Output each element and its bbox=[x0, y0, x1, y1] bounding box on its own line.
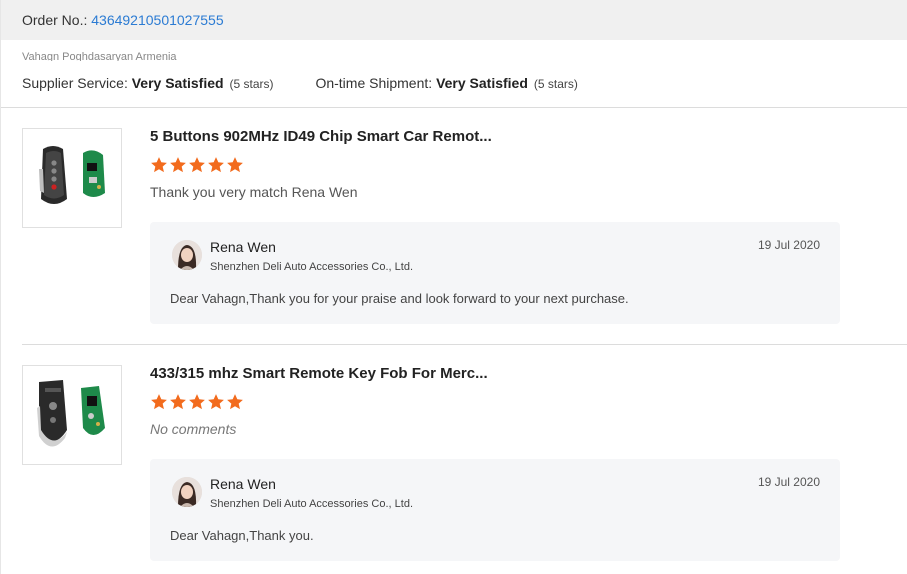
product-thumbnail[interactable] bbox=[22, 365, 122, 465]
star-icon bbox=[151, 394, 167, 410]
order-number-label: Order No.: 43649210501027555 bbox=[22, 12, 224, 28]
product-thumbnail[interactable] bbox=[22, 128, 122, 228]
seller-company: Shenzhen Deli Auto Accessories Co., Ltd. bbox=[210, 498, 414, 510]
star-rating bbox=[150, 393, 245, 411]
order-bar: Order No.: 43649210501027555 bbox=[1, 0, 907, 40]
seller-name: Rena Wen bbox=[210, 476, 276, 492]
seller-ratings: Supplier Service: Very Satisfied (5 stars… bbox=[22, 75, 616, 91]
review-item: 5 Buttons 902MHz ID49 Chip Smart Car Rem… bbox=[22, 128, 907, 328]
product-title[interactable]: 5 Buttons 902MHz ID49 Chip Smart Car Rem… bbox=[150, 128, 492, 145]
divider bbox=[22, 344, 907, 345]
product-title[interactable]: 433/315 mhz Smart Remote Key Fob For Mer… bbox=[150, 365, 488, 382]
order-number-link[interactable]: 43649210501027555 bbox=[91, 12, 223, 28]
supplier-service-rating: Supplier Service: Very Satisfied (5 stars… bbox=[22, 75, 274, 91]
reply-text: Dear Vahagn,Thank you for your praise an… bbox=[170, 291, 629, 306]
divider bbox=[1, 107, 907, 108]
seller-reply: Rena Wen Shenzhen Deli Auto Accessories … bbox=[150, 222, 840, 324]
feedback-panel: Order No.: 43649210501027555 Vahagn Pogh… bbox=[0, 0, 907, 574]
star-icon bbox=[208, 157, 224, 173]
star-icon bbox=[227, 394, 243, 410]
seller-name: Rena Wen bbox=[210, 239, 276, 255]
car-key-fob-icon bbox=[37, 380, 105, 447]
on-time-shipment-rating: On-time Shipment: Very Satisfied (5 stars… bbox=[315, 75, 578, 91]
avatar bbox=[172, 477, 202, 507]
star-icon bbox=[189, 157, 205, 173]
star-icon bbox=[170, 394, 186, 410]
star-icon bbox=[189, 394, 205, 410]
star-icon bbox=[227, 157, 243, 173]
seller-reply: Rena Wen Shenzhen Deli Auto Accessories … bbox=[150, 459, 840, 561]
reply-date: 19 Jul 2020 bbox=[757, 238, 820, 252]
star-icon bbox=[208, 394, 224, 410]
buyer-comment: No comments bbox=[150, 421, 237, 437]
car-key-fob-icon bbox=[39, 146, 105, 204]
avatar bbox=[172, 240, 202, 270]
review-item: 433/315 mhz Smart Remote Key Fob For Mer… bbox=[22, 365, 907, 565]
seller-avatar-icon bbox=[172, 240, 202, 270]
reply-text: Dear Vahagn,Thank you. bbox=[170, 528, 314, 543]
seller-avatar-icon bbox=[172, 477, 202, 507]
star-icon bbox=[170, 157, 186, 173]
star-icon bbox=[151, 157, 167, 173]
buyer-comment: Thank you very match Rena Wen bbox=[150, 184, 358, 200]
seller-company: Shenzhen Deli Auto Accessories Co., Ltd. bbox=[210, 261, 414, 273]
buyer-info-text: Vahagn Poghdasaryan Armenia bbox=[22, 51, 177, 61]
reply-date: 19 Jul 2020 bbox=[757, 475, 820, 489]
star-rating bbox=[150, 156, 245, 174]
